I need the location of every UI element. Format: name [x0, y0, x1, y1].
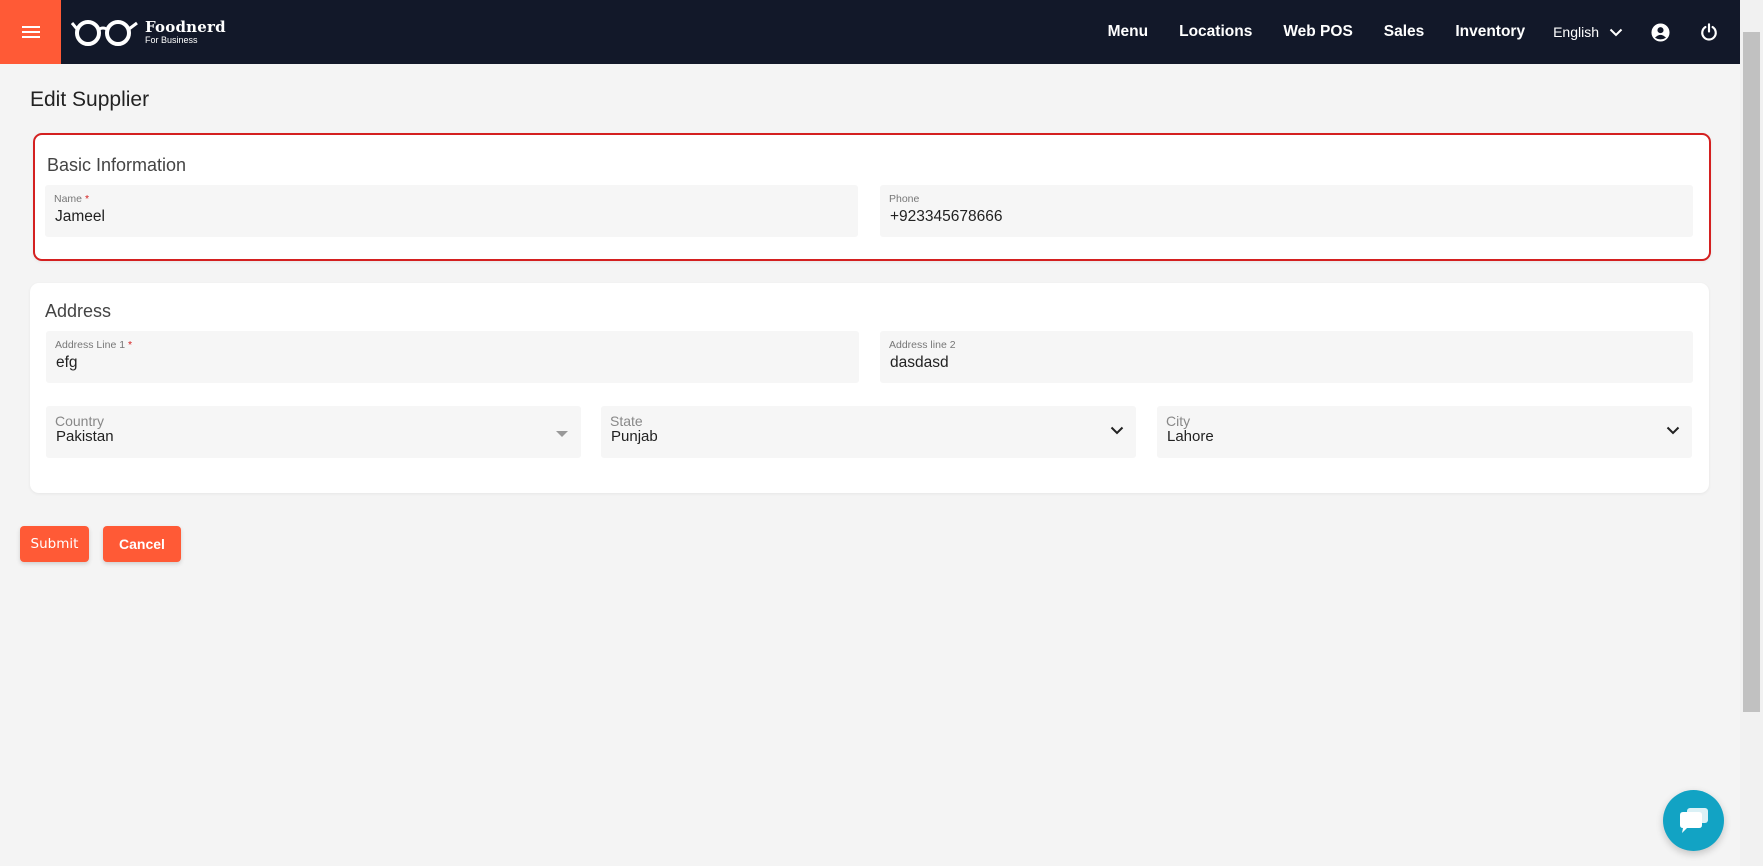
phone-label: Phone [889, 193, 920, 205]
name-label: Name * [54, 193, 90, 205]
language-label: English [1553, 24, 1599, 40]
logout-button[interactable] [1700, 23, 1718, 41]
submit-button[interactable]: Submit [20, 526, 89, 562]
nav-sales[interactable]: Sales [1384, 23, 1425, 41]
chat-button[interactable] [1663, 790, 1724, 851]
phone-field[interactable]: Phone +923345678666 [880, 185, 1693, 237]
page-scrollbar[interactable] [1740, 0, 1763, 866]
address-line-2-value: dasdasd [890, 354, 949, 371]
address-line-1-value: efg [56, 354, 78, 371]
address-line-2-label: Address line 2 [889, 339, 956, 351]
address-line-1-field[interactable]: Address Line 1 * efg [46, 331, 859, 383]
basic-information-title: Basic Information [47, 155, 187, 175]
nav-locations[interactable]: Locations [1179, 23, 1252, 41]
hamburger-menu-button[interactable] [0, 0, 61, 64]
country-value: Pakistan [56, 428, 114, 445]
country-select[interactable]: Country Pakistan [46, 406, 581, 458]
state-label: State [610, 413, 643, 429]
address-line-1-label: Address Line 1 * [55, 339, 133, 351]
chevron-down-icon [1666, 426, 1680, 435]
account-button[interactable] [1651, 22, 1670, 42]
power-icon [1701, 23, 1717, 41]
name-value: Jameel [55, 208, 105, 225]
name-field[interactable]: Name * Jameel [45, 185, 858, 237]
state-value: Punjab [611, 428, 658, 445]
address-title: Address [45, 301, 112, 321]
city-value: Lahore [1167, 428, 1214, 445]
brand-name: Foodnerd [145, 17, 226, 36]
address-line-2-field[interactable]: Address line 2 dasdasd [880, 331, 1693, 383]
chevron-down-icon [1609, 28, 1623, 36]
nav-menu[interactable]: Menu [1108, 23, 1148, 41]
nav-web-pos[interactable]: Web POS [1283, 23, 1352, 41]
chat-icon [1679, 807, 1708, 833]
scrollbar-thumb[interactable] [1743, 32, 1760, 712]
language-selector[interactable]: English [1553, 24, 1623, 40]
city-label: City [1166, 413, 1191, 429]
caret-down-icon [556, 431, 568, 437]
brand-subtitle: For Business [145, 34, 198, 45]
brand-logo[interactable]: Foodnerd For Business [71, 17, 226, 47]
main-nav: Menu Locations Web POS Sales Inventory E… [1108, 0, 1740, 64]
hamburger-icon [21, 23, 40, 41]
top-navbar: Foodnerd For Business Menu Locations Web… [0, 0, 1740, 64]
account-icon [1651, 22, 1670, 42]
city-select[interactable]: City Lahore [1157, 406, 1692, 458]
nav-inventory[interactable]: Inventory [1455, 23, 1525, 41]
chevron-down-icon [1110, 426, 1124, 435]
basic-information-card: Basic Information Name * Jameel Phone +9… [33, 133, 1711, 261]
phone-value: +923345678666 [890, 208, 1003, 225]
country-label: Country [55, 413, 105, 429]
state-select[interactable]: State Punjab [601, 406, 1136, 458]
glasses-logo-icon [71, 20, 138, 46]
page-title: Edit Supplier [30, 88, 150, 111]
address-card: Address Address Line 1 * efg Address lin… [30, 283, 1709, 493]
cancel-button[interactable]: Cancel [103, 526, 181, 562]
